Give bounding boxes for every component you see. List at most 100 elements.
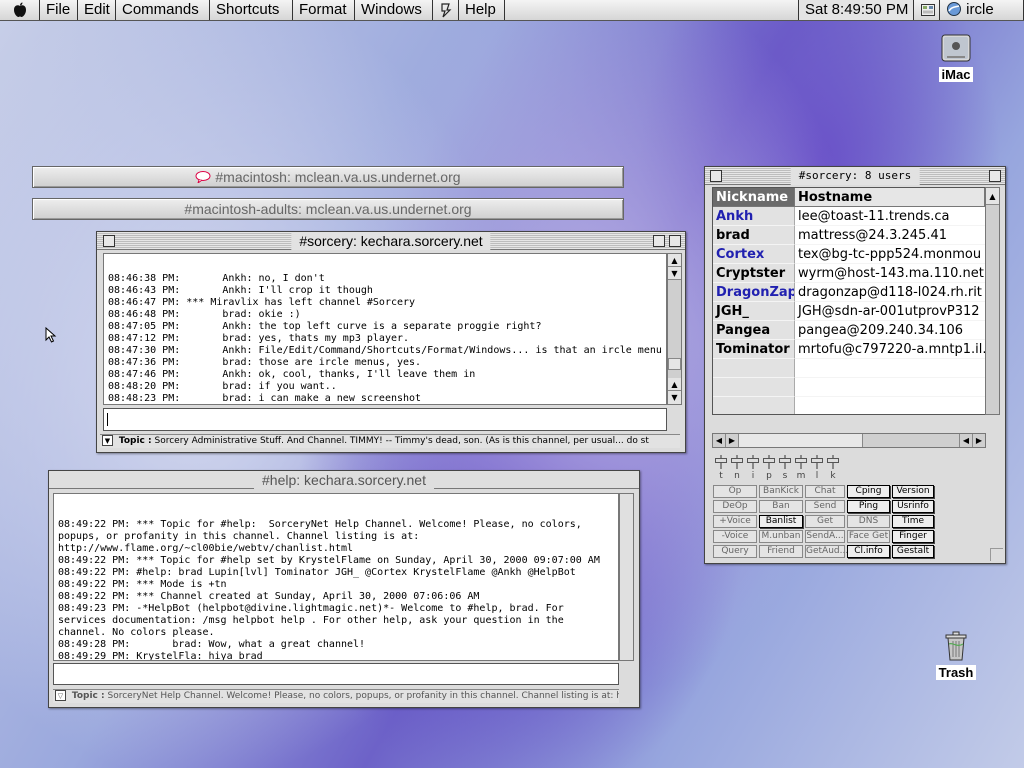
mode-slider[interactable]: i — [746, 455, 760, 483]
disclosure-triangle-icon[interactable]: ▼ — [102, 435, 113, 446]
scroll-up-arrow-icon[interactable]: ▲ — [668, 254, 681, 267]
close-box[interactable] — [710, 170, 722, 182]
mode-slider[interactable]: n — [730, 455, 744, 483]
scroll-left-arrow-icon[interactable]: ◀ — [959, 434, 972, 447]
collapse-box[interactable] — [669, 235, 681, 247]
command-button[interactable]: DeOp — [713, 500, 757, 513]
command-button[interactable]: Ban — [759, 500, 803, 513]
user-nickname: Ankh — [713, 207, 795, 226]
mode-slider[interactable]: s — [778, 455, 792, 483]
user-row[interactable] — [713, 397, 985, 414]
help-chat-log[interactable]: 08:49:22 PM: *** Topic for #help: Sorcer… — [53, 493, 619, 661]
nickname-column-header[interactable]: Nickname — [713, 188, 795, 207]
menu-commands[interactable]: Commands — [116, 0, 210, 20]
command-button[interactable]: Face Get — [847, 530, 890, 543]
user-row[interactable]: Pangea pangea@209.240.34.106 — [713, 321, 985, 340]
help-scrollbar[interactable] — [619, 493, 634, 661]
user-row[interactable]: Tominator mrtofu@c797220-a.mntp1.il. — [713, 340, 985, 359]
command-button[interactable]: Banlist — [759, 515, 803, 528]
menu-file[interactable]: File — [40, 0, 78, 20]
help-titlebar[interactable]: #help: kechara.sorcery.net — [49, 471, 639, 489]
sort-arrow-icon[interactable]: ▲ — [986, 188, 999, 205]
user-row[interactable] — [713, 378, 985, 397]
mode-slider[interactable]: t — [714, 455, 728, 483]
resize-grow-box[interactable] — [990, 548, 1003, 561]
mode-slider[interactable]: m — [794, 455, 808, 483]
menu-script[interactable] — [433, 0, 459, 20]
sorcery-message-input[interactable] — [103, 408, 667, 431]
user-row[interactable]: brad mattress@24.3.245.41 — [713, 226, 985, 245]
user-row[interactable]: Cryptster wyrm@host-143.ma.110.net — [713, 264, 985, 283]
scroll-thumb[interactable] — [668, 358, 681, 370]
application-menu[interactable]: ircle — [940, 0, 1024, 20]
command-button[interactable]: Ping — [847, 500, 890, 513]
help-message-input[interactable] — [53, 663, 619, 685]
user-row[interactable]: DragonZap dragonzap@d118-l024.rh.rit — [713, 283, 985, 302]
scroll-right-arrow-icon[interactable]: ▶ — [972, 434, 985, 447]
close-box[interactable] — [103, 235, 115, 247]
command-button[interactable]: Send — [805, 500, 845, 513]
scroll-right-arrow-icon[interactable]: ▶ — [726, 434, 739, 447]
imac-hard-disk[interactable]: iMac — [926, 32, 986, 83]
hostname-column-header[interactable]: Hostname — [795, 188, 985, 207]
command-button[interactable]: Get — [805, 515, 845, 528]
window-macintosh-adults-collapsed[interactable]: #macintosh-adults: mclean.va.us.undernet… — [32, 198, 624, 220]
user-row[interactable] — [713, 359, 985, 378]
command-button[interactable]: Cping — [847, 485, 890, 498]
command-button[interactable]: -Voice — [713, 530, 757, 543]
command-button[interactable]: DNS — [847, 515, 890, 528]
command-button[interactable]: Chat — [805, 485, 845, 498]
sorcery-topic-bar[interactable]: ▼ Topic : Sorcery Administrative Stuff. … — [100, 434, 680, 448]
user-list[interactable]: Nickname Hostname Ankh lee@toast-11.trend… — [712, 187, 986, 415]
mode-slider[interactable]: p — [762, 455, 776, 483]
command-button[interactable]: Friend — [759, 545, 803, 558]
command-button[interactable]: Time — [892, 515, 934, 528]
command-button[interactable]: Cl.info — [847, 545, 890, 558]
user-row[interactable]: JGH_ JGH@sdn-ar-001utprovP312 — [713, 302, 985, 321]
command-button[interactable]: Gestalt — [892, 545, 934, 558]
user-row[interactable]: Cortex tex@bg-tc-ppp524.monmou — [713, 245, 985, 264]
user-row[interactable]: Ankh lee@toast-11.trends.ca — [713, 207, 985, 226]
mode-slider[interactable]: l — [810, 455, 824, 483]
command-button[interactable]: BanKick — [759, 485, 803, 498]
command-button[interactable]: GetAud... — [805, 545, 848, 558]
disclosure-triangle-icon[interactable]: ▽ — [55, 690, 66, 701]
users-titlebar[interactable]: #sorcery: 8 users — [705, 167, 1005, 185]
mode-slider[interactable]: k — [826, 455, 840, 483]
zoom-box[interactable] — [653, 235, 665, 247]
user-nickname: JGH_ — [713, 302, 795, 321]
command-button[interactable]: +Voice — [713, 515, 757, 528]
collapse-box[interactable] — [989, 170, 1001, 182]
menu-system[interactable] — [914, 0, 940, 20]
scroll-left-arrow-icon[interactable]: ◀ — [713, 434, 726, 447]
user-hostname: JGH@sdn-ar-001utprovP312 — [795, 302, 985, 321]
sorcery-chat-log[interactable]: 08:46:38 PM: Ankh: no, I don't 08:46:43 P… — [103, 253, 667, 405]
help-topic-bar[interactable]: ▽ Topic : SorceryNet Help Channel. Welco… — [53, 689, 619, 703]
horizontal-scroll-thumb[interactable] — [739, 434, 863, 447]
command-button[interactable]: SendA... — [805, 530, 845, 543]
command-button[interactable]: Query — [713, 545, 757, 558]
user-list-scrollbar[interactable]: ▲ — [985, 187, 1000, 415]
menu-help[interactable]: Help — [459, 0, 505, 20]
trash[interactable]: Trash — [926, 630, 986, 681]
chat-line: 08:49:29 PM: KrystelFla: hiya brad — [58, 651, 263, 661]
apple-menu[interactable] — [0, 0, 40, 20]
scroll-down-arrow-icon[interactable]: ▼ — [668, 391, 681, 404]
menu-format[interactable]: Format — [293, 0, 355, 20]
command-button[interactable]: M.unban — [759, 530, 803, 543]
scroll-up-arrow-icon[interactable]: ▲ — [668, 378, 681, 391]
command-button[interactable]: Usrinfo — [892, 500, 934, 513]
menu-clock[interactable]: Sat 8:49:50 PM — [798, 0, 914, 20]
menu-shortcuts[interactable]: Shortcuts — [210, 0, 293, 20]
command-button[interactable]: Finger — [892, 530, 934, 543]
scroll-down-arrow-icon[interactable]: ▼ — [668, 267, 681, 280]
ircle-app-icon — [947, 2, 961, 16]
user-list-horizontal-scrollbar[interactable]: ◀ ▶ ◀ ▶ — [712, 433, 986, 448]
window-macintosh-collapsed[interactable]: #macintosh: mclean.va.us.undernet.org — [32, 166, 624, 188]
sorcery-titlebar[interactable]: #sorcery: kechara.sorcery.net — [97, 232, 685, 250]
menu-windows[interactable]: Windows — [355, 0, 433, 20]
command-button[interactable]: Version — [892, 485, 934, 498]
command-button[interactable]: Op — [713, 485, 757, 498]
menu-edit[interactable]: Edit — [78, 0, 116, 20]
sorcery-scrollbar[interactable]: ▲ ▼ ▲ ▼ — [667, 253, 682, 405]
